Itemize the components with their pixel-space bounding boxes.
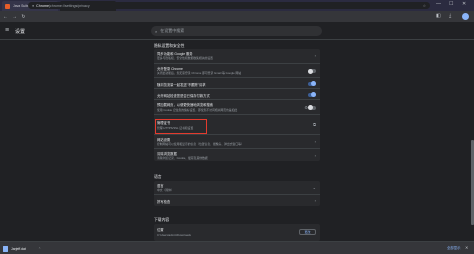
close-download-bar-icon[interactable]: ✕ <box>465 245 468 250</box>
row-sub: 中文（简体） <box>157 188 174 192</box>
file-icon <box>3 245 8 252</box>
chevron-right-icon: › <box>314 152 316 158</box>
preload-toggle[interactable] <box>308 105 316 110</box>
address-bar[interactable]: ● Chrome | chrome://settings/privacy ☆ <box>28 2 430 9</box>
row-label: 位置 <box>157 228 164 232</box>
settings-search-input[interactable]: ⌕ 在设置中搜索 <box>151 26 322 36</box>
secure-icon: ● <box>32 3 35 8</box>
row-sub: 清除浏览记录、Cookie、缓存及其他数据 <box>157 156 208 160</box>
row-label: 预加载网页，以便更快速地浏览和搜索 <box>157 103 214 107</box>
privacy-card: 同步功能和 Google 服务 更多与隐私权、安全性和数据收集相关的设置 › 允… <box>154 49 320 161</box>
page-title: 设置 <box>15 29 26 35</box>
chevron-right-icon: › <box>314 53 316 58</box>
row-label: 允许网站检查您是否已保存付款方式 <box>157 93 210 98</box>
row-language[interactable]: 语言 中文（简体） ⌄ <box>154 181 320 194</box>
row-allow-signin[interactable]: 允许登录 Chrome 关闭此功能后，您无需登录 Chrome 即可登录 Gma… <box>154 63 320 77</box>
section-language-title: 语言 <box>154 175 162 179</box>
forward-icon[interactable]: → <box>10 14 19 20</box>
row-preload[interactable]: 预加载网页，以便更快速地浏览和搜索 使用 Cookie 记住您的偏好设置，即使您… <box>154 99 320 114</box>
download-item[interactable]: Jarjeff.dat ⌃ <box>3 244 41 253</box>
search-placeholder: 在设置中搜索 <box>160 28 185 33</box>
allow-signin-toggle[interactable] <box>308 68 316 74</box>
tab-favicon <box>5 3 10 9</box>
row-sub: 控制网站可以使用和显示的信息（位置信息、摄像头、弹出式窗口等） <box>157 142 244 146</box>
row-label: 拼写检查 <box>157 200 171 204</box>
browser-toolbar: ← → ↻ <box>0 11 474 22</box>
row-site-settings[interactable]: 网站设置 控制网站可以使用和显示的信息（位置信息、摄像头、弹出式窗口等） › <box>154 134 320 148</box>
download-filename: Jarjeff.dat <box>11 246 26 251</box>
row-spellcheck[interactable]: 拼写检查 › <box>154 194 320 206</box>
bookmark-star-icon[interactable]: ☆ <box>423 4 426 8</box>
scrollbar-thumb[interactable] <box>470 140 474 225</box>
change-location-button[interactable]: 更改 <box>299 229 316 235</box>
maximize-icon[interactable]: ☐ <box>449 1 453 7</box>
download-bar: Jarjeff.dat ⌃ 全部显示 ✕ <box>0 241 474 254</box>
address-site: Chrome <box>36 3 49 8</box>
annotation-highlight-box <box>155 119 207 134</box>
row-sub: 关闭此功能后，您无需登录 Chrome 即可登录 Gmail 等 Google … <box>157 71 242 75</box>
close-window-icon[interactable]: ✕ <box>462 1 466 7</box>
row-sync[interactable]: 同步功能和 Google 服务 更多与隐私权、安全性和数据收集相关的设置 › <box>154 49 320 63</box>
download-path: C:\Users\admin\Downloads <box>157 232 191 237</box>
search-icon: ⌕ <box>155 28 158 34</box>
payment-methods-toggle[interactable] <box>308 92 316 97</box>
row-sub: 使用 Cookie 记住您的偏好设置，即使您不访问相关网页也是如此 <box>157 107 238 112</box>
menu-icon[interactable]: ≡ <box>5 27 9 34</box>
settings-header: ≡ 设置 ⌕ 在设置中搜索 <box>0 22 474 40</box>
reload-icon[interactable]: ↻ <box>19 14 28 20</box>
language-card: 语言 中文（简体） ⌄ 拼写检查 › <box>154 181 320 206</box>
address-url: chrome://settings/privacy <box>49 3 90 8</box>
page-scrollbar[interactable] <box>470 40 474 241</box>
minimize-icon[interactable]: — <box>436 1 441 7</box>
chevron-right-icon: › <box>314 139 316 144</box>
row-sub: 更多与隐私权、安全性和数据收集相关的设置 <box>157 56 213 60</box>
downloads-toolbar-icon[interactable]: ⤓ <box>449 13 451 19</box>
chevron-down-icon: ⌄ <box>312 184 316 190</box>
row-payment-methods[interactable]: 允许网站检查您是否已保存付款方式 <box>154 88 320 99</box>
back-icon[interactable]: ← <box>1 14 10 20</box>
row-do-not-track[interactable]: 随浏览流量一起发送"不跟踪"请求 <box>154 77 320 88</box>
row-download-location: 位置 C:\Users\admin\Downloads 更改 <box>154 224 320 241</box>
row-label: 随浏览流量一起发送"不跟踪"请求 <box>157 82 206 87</box>
extensions-icon[interactable]: ◧ <box>436 13 441 19</box>
chevron-up-icon[interactable]: ⌃ <box>38 247 41 251</box>
profile-avatar[interactable] <box>462 13 469 20</box>
chevron-right-icon: › <box>314 198 316 203</box>
downloads-card: 位置 C:\Users\admin\Downloads 更改 <box>154 224 320 241</box>
external-link-icon: ⧉ <box>313 122 316 127</box>
section-downloads-title: 下载内容 <box>154 218 170 222</box>
row-clear-data[interactable]: 清除浏览数据 清除浏览记录、Cookie、缓存及其他数据 › <box>154 148 320 161</box>
show-all-downloads-link[interactable]: 全部显示 <box>447 245 461 250</box>
do-not-track-toggle[interactable] <box>308 81 316 86</box>
